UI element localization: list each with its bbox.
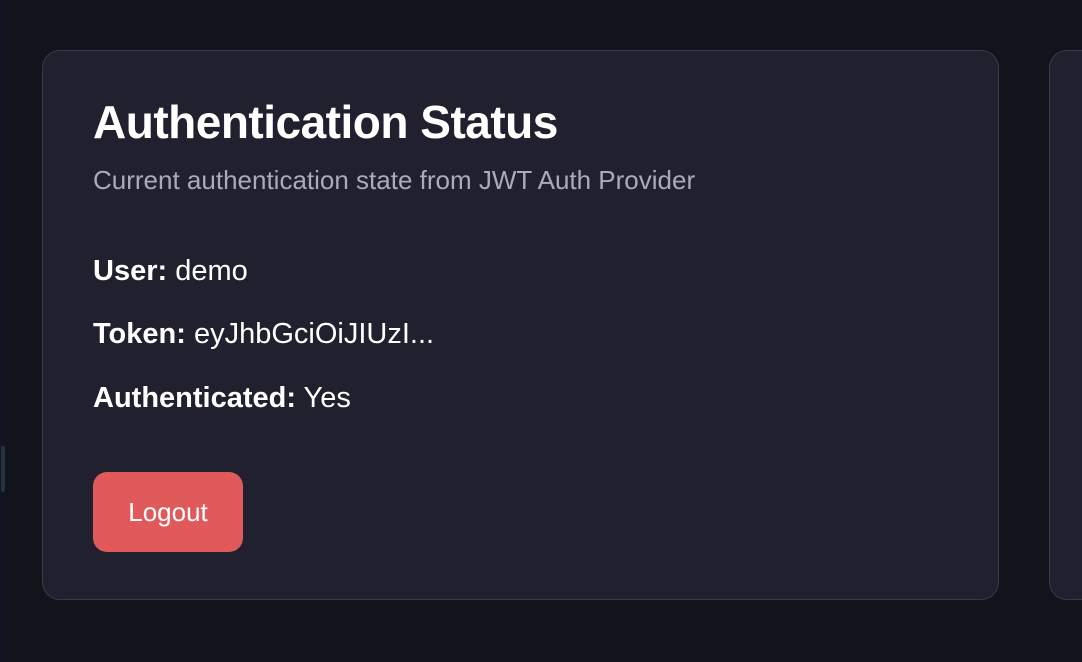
left-panel-edge bbox=[0, 0, 10, 662]
authenticated-label: Authenticated: bbox=[93, 382, 296, 414]
page: Authentication Status Current authentica… bbox=[0, 0, 1082, 662]
authenticated-value: Yes bbox=[303, 382, 351, 414]
next-card bbox=[1049, 50, 1082, 600]
user-label: User: bbox=[93, 255, 168, 287]
card-title: Authentication Status bbox=[93, 96, 558, 148]
logout-button[interactable]: Logout bbox=[93, 472, 243, 552]
panel-resize-handle[interactable] bbox=[1, 446, 5, 492]
token-field: Token: eyJhbGciOiJIUzI... bbox=[93, 318, 434, 351]
authenticated-field: Authenticated: Yes bbox=[93, 382, 351, 415]
token-label: Token: bbox=[93, 318, 186, 350]
token-value: eyJhbGciOiJIUzI... bbox=[193, 318, 435, 350]
user-value: demo bbox=[175, 255, 248, 287]
auth-status-card: Authentication Status Current authentica… bbox=[42, 50, 999, 600]
user-field: User: demo bbox=[93, 255, 248, 288]
card-subtitle: Current authentication state from JWT Au… bbox=[93, 165, 696, 195]
